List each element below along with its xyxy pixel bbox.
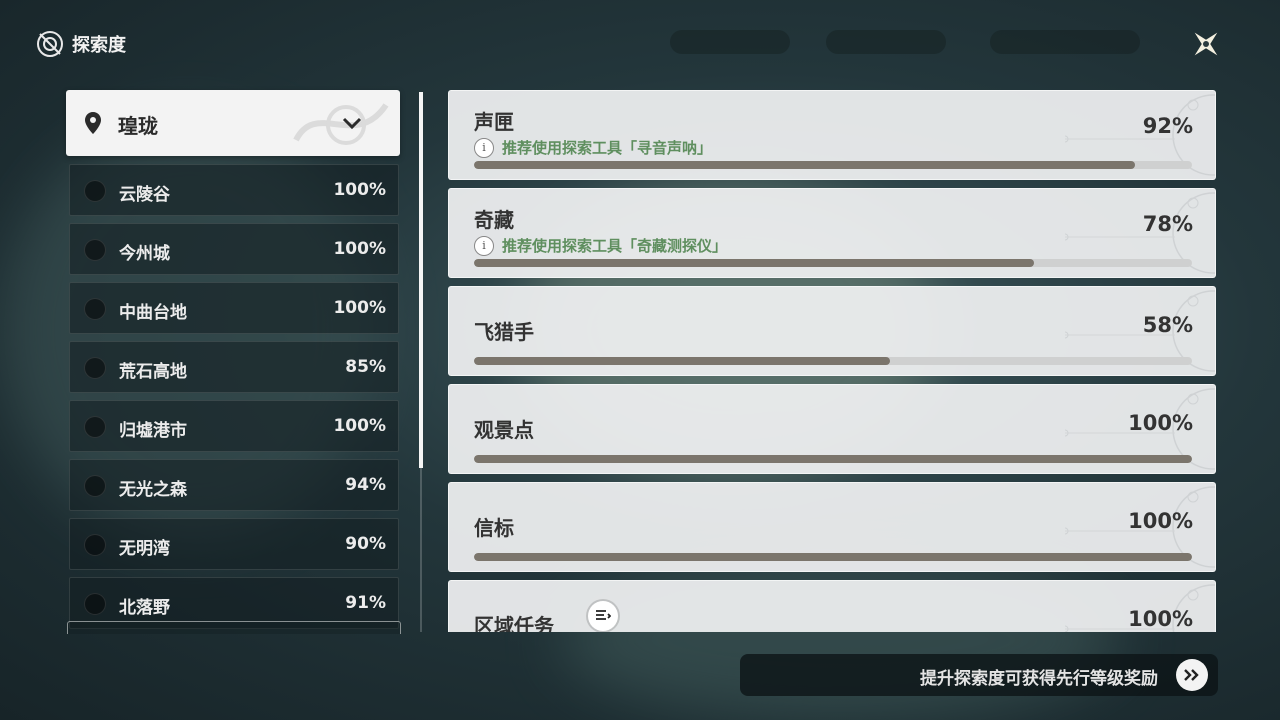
subregion-percent: 94%: [345, 475, 386, 495]
hud-pill-1: [670, 30, 790, 54]
category-name: 观景点: [474, 418, 534, 442]
progress-fill: [474, 259, 1035, 267]
subregion-item[interactable]: 云陵谷 100%: [69, 164, 399, 216]
close-star-icon[interactable]: [1188, 26, 1224, 62]
progress-fill: [474, 357, 891, 365]
category-card[interactable]: 信标 100%: [448, 482, 1216, 572]
subregion-item[interactable]: 无光之森 94%: [69, 459, 399, 511]
radio-dot-icon: [84, 534, 106, 556]
category-name: 飞猎手: [474, 320, 534, 344]
progress-bar: [474, 357, 1192, 365]
region-name: 瑝珑: [118, 114, 158, 138]
category-percent: 100%: [1128, 509, 1193, 533]
progress-bar: [474, 259, 1192, 267]
subregion-percent: 91%: [345, 593, 386, 613]
radio-dot-icon: [84, 416, 106, 438]
tool-hint: i 推荐使用探索工具「寻音声呐」: [474, 137, 712, 158]
hud-pill-2: [826, 30, 946, 54]
category-card[interactable]: 观景点 100%: [448, 384, 1216, 474]
category-percent: 78%: [1142, 212, 1193, 236]
level-reward-banner[interactable]: 提升探索度可获得先行等级奖励: [740, 654, 1218, 696]
progress-fill: [474, 455, 1192, 463]
subregion-percent: 90%: [345, 534, 386, 554]
subregion-name: 今州城: [119, 244, 170, 264]
radio-dot-icon: [84, 180, 106, 202]
radio-dot-icon: [84, 357, 106, 379]
category-name: 区域任务: [474, 614, 554, 632]
subregion-percent: 100%: [333, 298, 386, 318]
task-list-glyph: [596, 610, 611, 620]
category-card[interactable]: 奇藏 78% i 推荐使用探索工具「奇藏测探仪」: [448, 188, 1216, 278]
subregion-item[interactable]: 归墟港市 100%: [69, 400, 399, 452]
subregion-item[interactable]: 荒石高地 85%: [69, 341, 399, 393]
subregion-name: 无明湾: [119, 539, 170, 559]
double-chevron-right-glyph: [1184, 669, 1199, 681]
subregion-name: 荒石高地: [119, 362, 187, 382]
subregion-list: 云陵谷 100% 今州城 100% 中曲台地 100% 荒石高地 85% 归墟港市 100% 无光之…: [69, 164, 399, 636]
subregion-percent: 100%: [333, 416, 386, 436]
category-list: 声匣 92% i 推荐使用探索工具「寻音声呐」奇藏 78% i 推荐使用探索工具「奇藏测探仪…: [448, 90, 1216, 632]
subregion-percent: 85%: [345, 357, 386, 377]
category-card[interactable]: 飞猎手 58%: [448, 286, 1216, 376]
double-chevron-right-icon[interactable]: [1176, 659, 1208, 691]
reward-hint-text: 提升探索度可获得先行等级奖励: [920, 669, 1158, 689]
category-name: 声匣: [474, 110, 514, 134]
subregion-name: 北落野: [119, 598, 170, 618]
category-percent: 100%: [1128, 411, 1193, 435]
category-name: 信标: [474, 516, 514, 540]
tool-hint: i 推荐使用探索工具「奇藏测探仪」: [474, 235, 727, 256]
subregion-name: 中曲台地: [119, 303, 187, 323]
progress-bar: [474, 161, 1192, 169]
category-name: 奇藏: [474, 208, 514, 232]
info-icon: i: [474, 235, 494, 256]
info-icon: i: [474, 137, 494, 158]
chevron-down-icon: [342, 117, 362, 130]
tool-hint-text: 推荐使用探索工具「寻音声呐」: [502, 139, 713, 157]
subregion-name: 无光之森: [119, 480, 187, 500]
progress-bar: [474, 455, 1192, 463]
subregion-item[interactable]: 今州城 100%: [69, 223, 399, 275]
category-card[interactable]: 声匣 92% i 推荐使用探索工具「寻音声呐」: [448, 90, 1216, 180]
title-area: 探索度: [36, 30, 126, 58]
compass-exploration-icon: [37, 31, 63, 57]
subregion-name: 归墟港市: [119, 421, 187, 441]
page-title: 探索度: [72, 35, 126, 56]
subregion-item-partial[interactable]: [67, 621, 401, 634]
subregion-item[interactable]: 无明湾 90%: [69, 518, 399, 570]
subregion-percent: 100%: [333, 239, 386, 259]
hud-pill-3: [990, 30, 1140, 54]
category-percent: 92%: [1142, 114, 1193, 138]
progress-fill: [474, 161, 1135, 169]
tool-hint-text: 推荐使用探索工具「奇藏测探仪」: [502, 237, 728, 255]
radio-dot-icon: [84, 298, 106, 320]
radio-dot-icon: [84, 593, 106, 615]
subregion-name: 云陵谷: [119, 185, 170, 205]
subregion-percent: 100%: [333, 180, 386, 200]
radio-dot-icon: [84, 239, 106, 261]
location-pin-icon: [85, 112, 101, 134]
radio-dot-icon: [84, 475, 106, 497]
category-card[interactable]: 区域任务 100%: [448, 580, 1216, 632]
category-percent: 58%: [1142, 313, 1193, 337]
task-list-icon[interactable]: [588, 601, 618, 631]
top-bar: 探索度: [0, 0, 1280, 80]
region-selector[interactable]: 瑝珑: [66, 90, 400, 156]
subregion-item[interactable]: 中曲台地 100%: [69, 282, 399, 334]
scrollbar-thumb[interactable]: [419, 92, 423, 468]
category-percent: 100%: [1128, 607, 1193, 631]
progress-bar: [474, 553, 1192, 561]
progress-fill: [474, 553, 1192, 561]
